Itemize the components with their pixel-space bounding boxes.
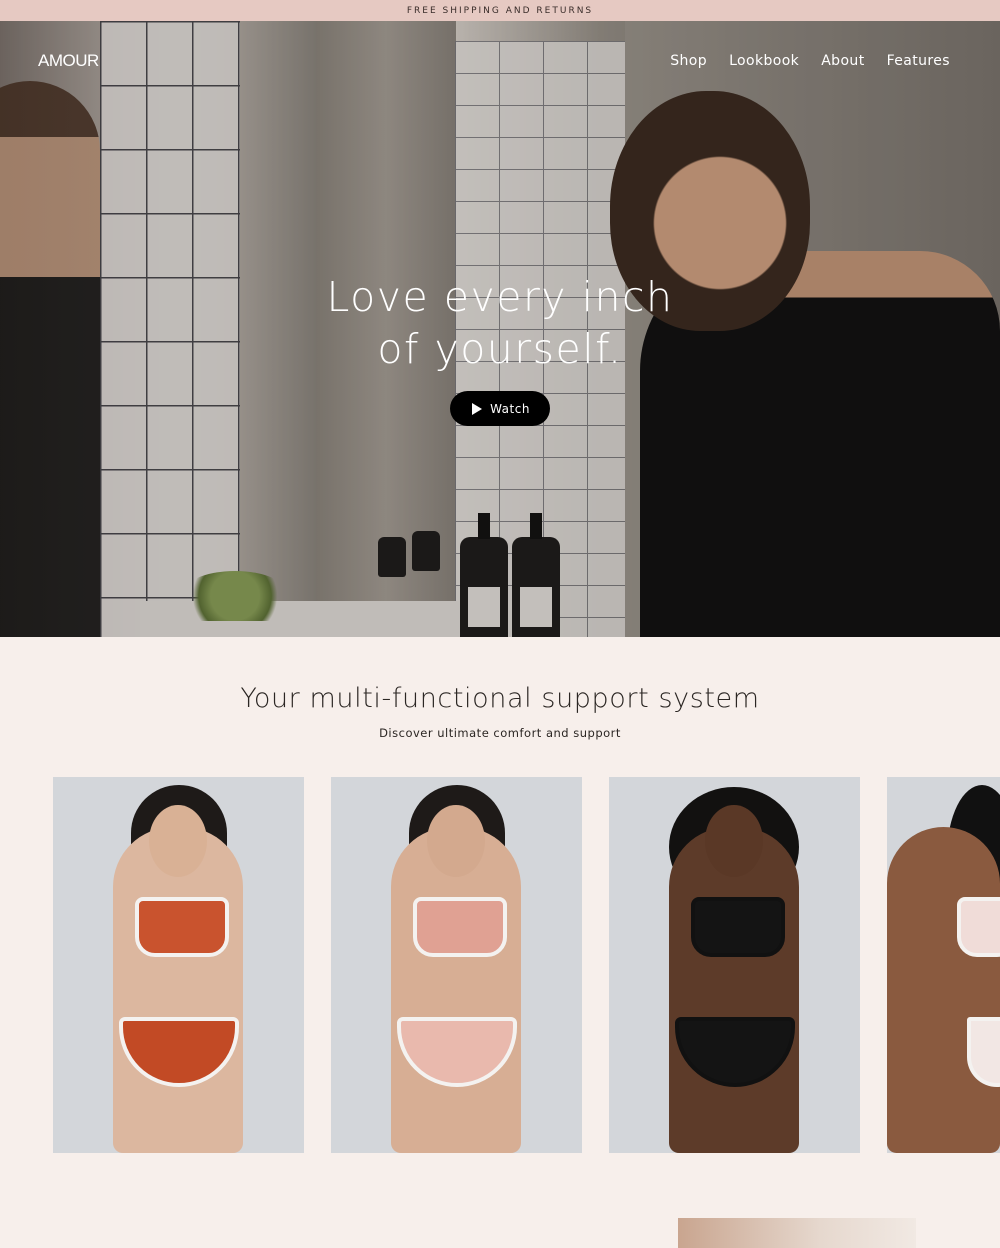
next-section-image — [678, 1218, 916, 1248]
features-section: Your multi-functional support system Dis… — [0, 637, 1000, 740]
product-card[interactable] — [609, 777, 860, 1153]
product-card[interactable] — [331, 777, 582, 1153]
hero-headline: Love every inch of yourself. — [0, 271, 1000, 375]
hero-banner: AMOUR Shop Lookbook About Features Love … — [0, 21, 1000, 637]
model-figure — [887, 827, 1000, 1153]
hero-headline-line1: Love every inch — [326, 273, 674, 321]
model-face — [149, 805, 207, 877]
nav-item-shop[interactable]: Shop — [670, 53, 707, 69]
product-bra — [413, 897, 507, 957]
hero-headline-line2: of yourself. — [377, 325, 623, 373]
product-card[interactable] — [887, 777, 1000, 1153]
nav-item-lookbook[interactable]: Lookbook — [729, 53, 799, 69]
watch-button-label: Watch — [490, 401, 530, 416]
play-icon — [472, 402, 483, 415]
nav-item-about[interactable]: About — [821, 53, 864, 69]
product-bra — [957, 897, 1000, 957]
brand-logo[interactable]: AMOUR — [38, 51, 99, 71]
model-face — [427, 805, 485, 877]
nav-menu: Shop Lookbook About Features — [670, 53, 950, 69]
watch-button[interactable]: Watch — [450, 391, 550, 426]
product-card[interactable] — [53, 777, 304, 1153]
product-bra — [691, 897, 785, 957]
product-bra — [135, 897, 229, 957]
announcement-bar: FREE SHIPPING AND RETURNS — [0, 0, 1000, 21]
main-nav: AMOUR Shop Lookbook About Features — [0, 21, 1000, 101]
model-face — [705, 805, 763, 877]
announcement-text: FREE SHIPPING AND RETURNS — [406, 5, 594, 16]
nav-item-features[interactable]: Features — [887, 53, 950, 69]
section-subtitle: Discover ultimate comfort and support — [379, 726, 621, 740]
section-title: Your multi-functional support system — [240, 683, 760, 714]
hero-copy: Love every inch of yourself. Watch — [0, 271, 1000, 426]
product-carousel — [53, 777, 1000, 1153]
